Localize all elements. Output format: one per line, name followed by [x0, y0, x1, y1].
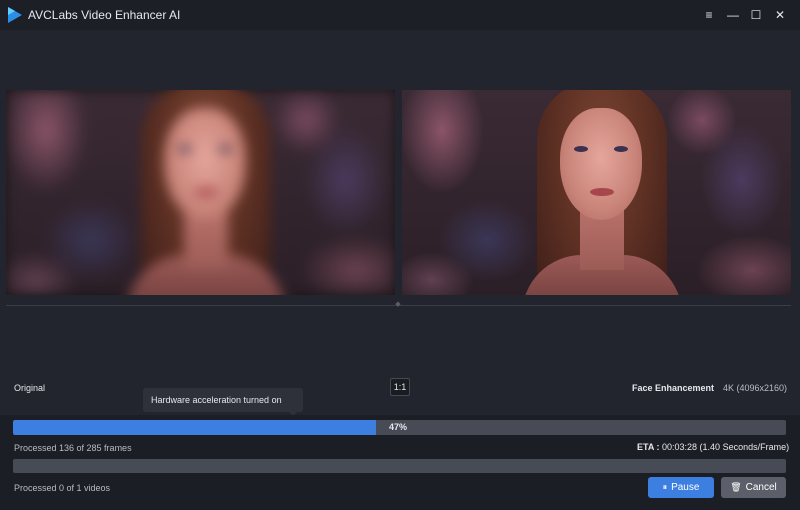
maximize-icon[interactable]: ☐ — [747, 6, 765, 24]
progress-percent: 47% — [389, 422, 408, 432]
enhancement-label: Face Enhancement — [632, 383, 715, 393]
menu-icon[interactable]: ≡ — [700, 6, 718, 24]
app-title: AVCLabs Video Enhancer AI — [28, 8, 181, 22]
ratio-button[interactable]: 1:1 — [390, 378, 410, 396]
app-window: AVCLabs Video Enhancer AI ≡ — ☐ ✕ ◆ Orig… — [0, 0, 800, 510]
resolution-label: 4K (4096x2160) — [723, 383, 788, 393]
preview-area: ◆ Original 1:1 Face Enhancement 4K (4096… — [0, 30, 800, 415]
eta-text: ETA : 00:03:28 (1.40 Seconds/Frame) — [637, 442, 789, 452]
pause-icon: ⏸ — [662, 482, 668, 492]
cancel-button[interactable]: 🗑 Cancel — [721, 477, 786, 498]
frames-processed-text: Processed 136 of 285 frames — [14, 443, 132, 453]
minimize-icon[interactable]: — — [724, 6, 742, 24]
title-bar: AVCLabs Video Enhancer AI ≡ — ☐ ✕ — [0, 0, 800, 30]
close-icon[interactable]: ✕ — [771, 6, 789, 24]
original-label: Original — [14, 383, 46, 393]
videos-processed-text: Processed 0 of 1 videos — [14, 483, 111, 493]
original-preview-image — [6, 90, 395, 295]
cancel-button-label: Cancel — [745, 482, 777, 493]
hardware-acceleration-tooltip: Hardware acceleration turned on — [143, 388, 303, 412]
trash-icon: 🗑 — [730, 482, 742, 492]
video-progress-bar — [13, 459, 786, 473]
app-logo-icon — [8, 7, 22, 23]
frame-progress-fill — [13, 420, 377, 435]
divider-handle-icon[interactable]: ◆ — [394, 301, 402, 308]
processing-panel: 47% Processed 136 of 285 frames ETA : 00… — [0, 415, 800, 510]
pause-button-label: Pause — [671, 482, 700, 493]
enhanced-preview-image — [402, 90, 791, 295]
eta-label: ETA : — [637, 442, 660, 452]
eta-value: 00:03:28 (1.40 Seconds/Frame) — [662, 442, 790, 452]
pause-button[interactable]: ⏸ Pause — [648, 477, 714, 498]
